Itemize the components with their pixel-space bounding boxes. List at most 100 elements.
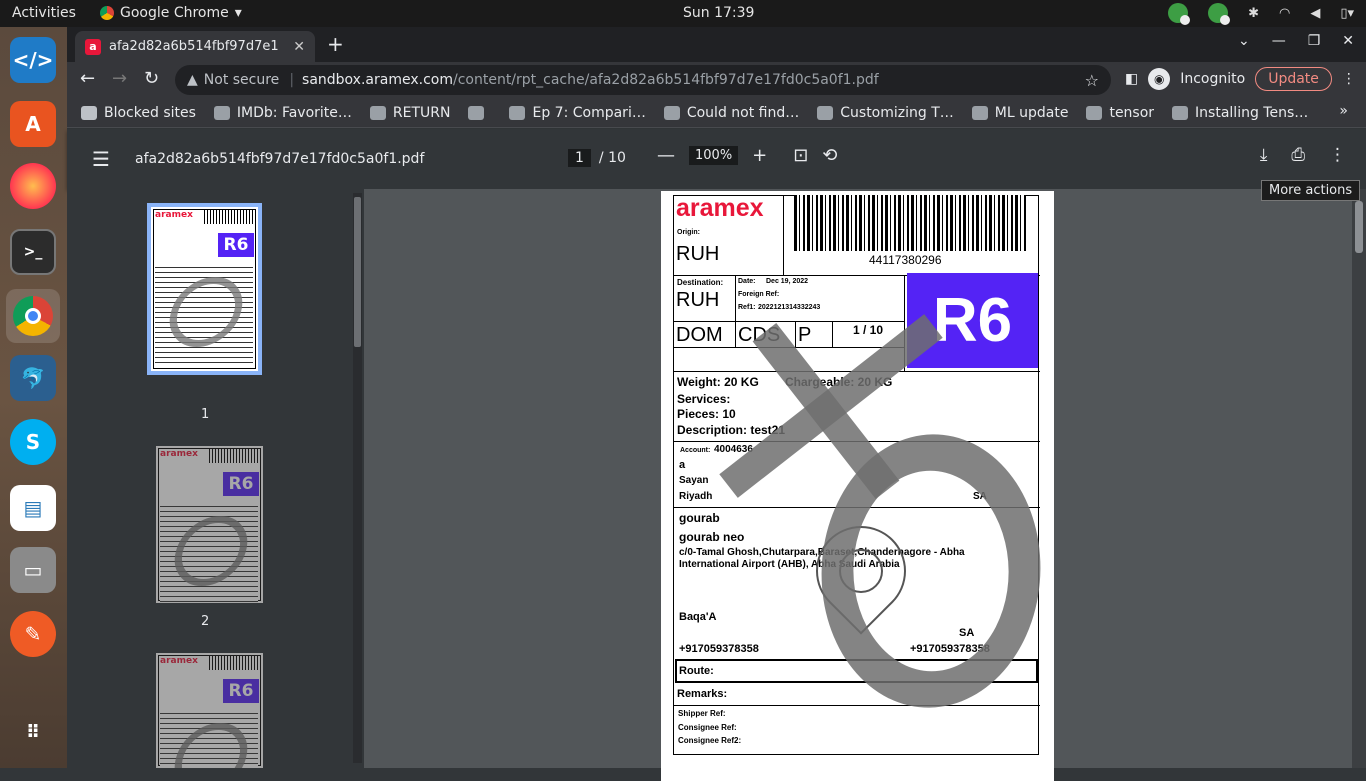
browser-toolbar: ← → ↻ ▲ Not secure | sandbox.aramex.com … <box>67 62 1366 98</box>
pdf-toolbar: ☰ afa2d82a6b514fbf97d7e17fd0c5a0f1.pdf 1… <box>67 129 1366 189</box>
sidebar-scrollbar[interactable] <box>353 193 362 763</box>
fit-page-icon[interactable]: ⊡ <box>793 145 808 166</box>
bookmark-star-icon[interactable]: ☆ <box>1085 71 1099 90</box>
mysql-workbench-icon[interactable]: 🐬 <box>10 355 56 401</box>
thumbnail-number: 1 <box>201 407 210 422</box>
foreign-ref-label: Foreign Ref: <box>738 291 780 298</box>
warning-icon[interactable]: ▲ <box>187 72 198 88</box>
bookmark-item[interactable]: Customizing T… <box>817 105 954 121</box>
address-separator: | <box>289 72 295 88</box>
page-number-input[interactable]: 1 <box>568 149 591 167</box>
payment-type: P <box>798 324 812 346</box>
software-center-icon[interactable]: A <box>10 101 56 147</box>
skype-icon[interactable]: S <box>10 419 56 465</box>
bookmark-item[interactable]: ML update <box>971 105 1068 121</box>
maximize-button[interactable]: ❐ <box>1308 33 1321 49</box>
update-button[interactable]: Update <box>1255 67 1332 91</box>
aramex-logo: aramex <box>676 194 764 222</box>
back-button[interactable]: ← <box>80 68 95 89</box>
globe-icon <box>369 105 386 120</box>
window-controls: ⌄ — ❐ ✕ <box>1238 33 1354 49</box>
toolbar-right: ◧ ◉ Incognito Update ⋮ <box>1125 67 1356 91</box>
incognito-icon[interactable]: ◉ <box>1148 68 1171 90</box>
page-total: / 10 <box>598 150 626 166</box>
url-host: sandbox.aramex.com <box>302 72 453 88</box>
shipper-name: Sayan <box>679 475 709 486</box>
firefox-icon[interactable] <box>10 163 56 209</box>
show-apps-icon[interactable]: ⠿ <box>10 709 56 755</box>
more-bookmarks-button[interactable]: » <box>1339 103 1348 119</box>
clock[interactable]: Sun 17:39 <box>683 5 754 21</box>
thumbnail-sidebar: aramex R6 1 aramex R6 2 aramex R6 <box>67 189 364 768</box>
shipper-ref-field: Shipper Ref: <box>678 709 726 718</box>
system-tray[interactable]: ✱ ◠ ◀ ▯▾ <box>1168 3 1354 25</box>
ref1-value: 2022121314332243 <box>758 304 821 311</box>
app-menu[interactable]: Google Chrome ▾ <box>100 5 242 21</box>
bookmarks-bar: Blocked sites IMDb: Favorite… RETURN Ep 7: … <box>67 98 1366 128</box>
pdf-page: aramex Origin: RUH 44117380296 Destinati… <box>661 191 1074 781</box>
file-manager-icon[interactable]: ▭ <box>10 547 56 593</box>
bookmark-item[interactable]: IMDb: Favorite… <box>213 104 352 121</box>
bookmark-item[interactable] <box>468 105 491 120</box>
activities-button[interactable]: Activities <box>12 5 76 21</box>
bookmark-item[interactable]: Blocked sites <box>81 105 196 121</box>
tab-pdf[interactable]: a afa2d82a6b514fbf97d7e1 ✕ <box>75 31 315 62</box>
zoom-input[interactable]: 100% <box>689 146 739 165</box>
bookmark-label: tensor <box>1109 104 1155 121</box>
weight: Weight: 20 KG <box>677 375 759 389</box>
m-icon <box>1172 105 1189 120</box>
close-window-button[interactable]: ✕ <box>1342 33 1354 49</box>
viewer-scrollbar[interactable] <box>1352 189 1366 768</box>
not-secure-label[interactable]: Not secure <box>204 72 280 88</box>
video-icon <box>817 105 834 120</box>
zoom-controls: — 100% + ⊡ ⟲ <box>657 145 837 166</box>
print-icon[interactable]: ⎙ <box>1291 145 1305 165</box>
reload-button[interactable]: ↻ <box>144 68 159 89</box>
bluetooth-icon[interactable]: ✱ <box>1248 6 1259 21</box>
chrome-dock-icon[interactable] <box>6 289 60 343</box>
bookmark-item[interactable]: RETURN <box>369 105 450 121</box>
zoom-in-button[interactable]: + <box>752 145 767 166</box>
date-label: Date: <box>738 278 756 285</box>
more-actions-tooltip: More actions <box>1261 180 1361 201</box>
download-icon[interactable]: ⤓ <box>1260 145 1268 165</box>
more-actions-icon[interactable]: ⋮ <box>1329 145 1346 165</box>
incognito-label[interactable]: Incognito <box>1180 71 1245 87</box>
rotate-icon[interactable]: ⟲ <box>822 145 837 166</box>
thumbnail-number: 2 <box>201 614 210 629</box>
thumb-route-code: R6 <box>223 679 259 703</box>
minimize-button[interactable]: — <box>1272 33 1286 49</box>
pdf-viewer: aramex Origin: RUH 44117380296 Destinati… <box>364 189 1366 781</box>
address-bar[interactable]: ▲ Not secure | sandbox.aramex.com /conte… <box>175 65 1111 95</box>
bookmark-label: IMDb: Favorite… <box>236 104 352 121</box>
libreoffice-impress-icon[interactable]: ▤ <box>10 485 56 531</box>
github-icon <box>1086 105 1103 120</box>
thumbnail-page-2[interactable]: aramex R6 <box>156 446 263 603</box>
tab-search-icon[interactable]: ⌄ <box>1238 33 1250 49</box>
reading-mode-icon[interactable]: ◧ <box>1125 71 1138 87</box>
thumbnail-page-3[interactable]: aramex R6 <box>156 653 263 768</box>
route-field: Route: <box>679 665 714 677</box>
terminal-icon[interactable]: >_ <box>10 229 56 275</box>
bookmark-item[interactable]: Ep 7: Compari… <box>509 105 646 121</box>
sidebar-menu-icon[interactable]: ☰ <box>92 147 110 171</box>
new-tab-button[interactable]: + <box>327 32 344 56</box>
postman-icon[interactable]: ✎ <box>10 611 56 657</box>
bookmark-item[interactable]: Could not find… <box>663 105 799 121</box>
zoom-out-button[interactable]: — <box>657 145 675 166</box>
dock: </> A >_ 🐬 S ▤ ▭ ✎ ⠿ <box>0 27 67 768</box>
update-check-icon-2[interactable] <box>1208 3 1231 25</box>
chrome-menu-icon[interactable]: ⋮ <box>1342 71 1356 87</box>
consignee-ref-field: Consignee Ref: <box>678 723 737 732</box>
update-check-icon[interactable] <box>1168 3 1191 25</box>
wifi-icon[interactable]: ◠ <box>1279 6 1290 21</box>
forward-button[interactable]: → <box>112 68 127 89</box>
chevron-down-icon: ▾ <box>234 5 242 21</box>
bookmark-item[interactable]: tensor <box>1086 105 1154 121</box>
bookmark-item[interactable]: Installing Tens… <box>1172 105 1308 121</box>
close-tab-icon[interactable]: ✕ <box>293 39 305 55</box>
volume-icon[interactable]: ◀ <box>1310 6 1320 21</box>
power-icon[interactable]: ▯▾ <box>1340 6 1354 21</box>
thumbnail-page-1[interactable]: aramex R6 <box>147 203 262 375</box>
vscode-icon[interactable]: </> <box>10 37 56 83</box>
